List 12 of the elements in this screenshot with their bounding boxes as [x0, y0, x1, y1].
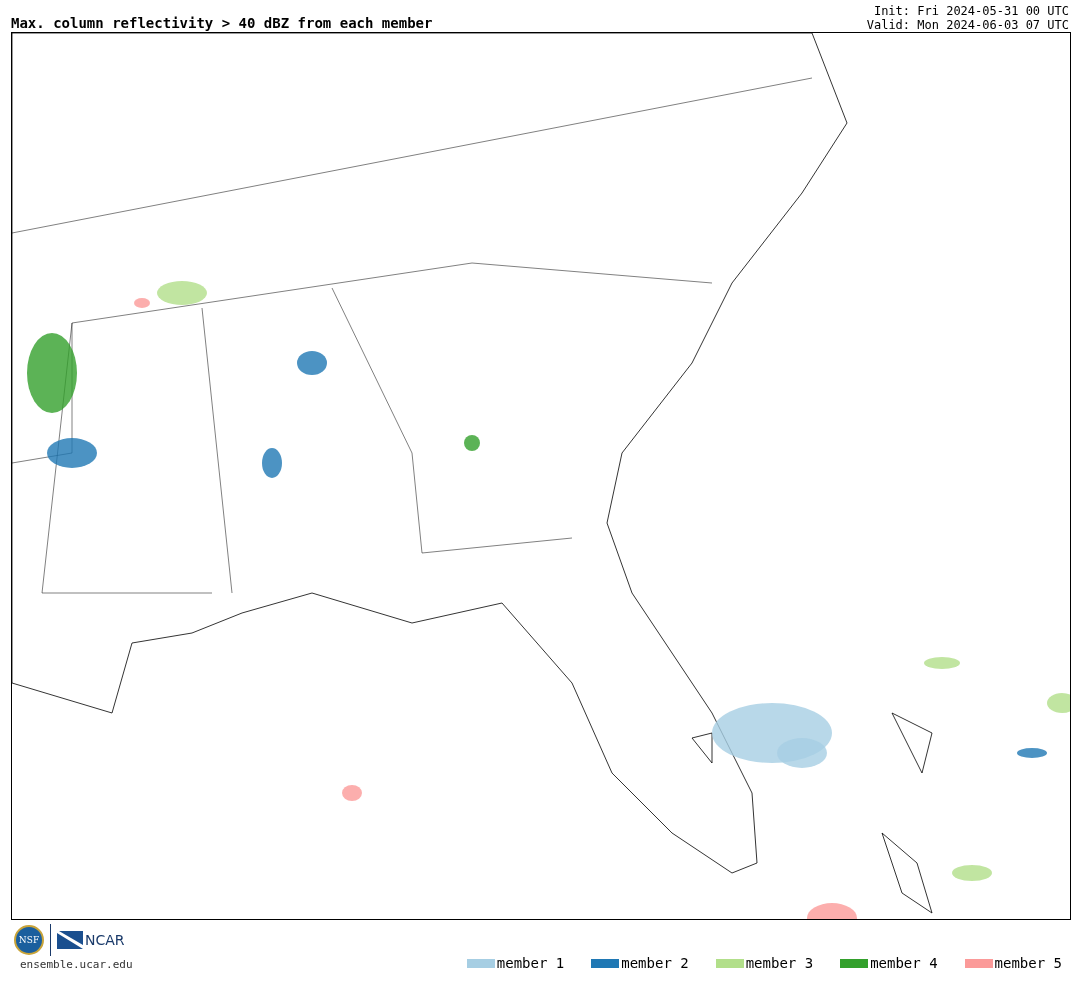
legend-label: member 2 [621, 955, 689, 971]
legend-label: member 5 [994, 955, 1062, 971]
init-time: Init: Fri 2024-05-31 00 UTC [873, 4, 1069, 18]
valid-time: Valid: Mon 2024-06-03 07 UTC [866, 18, 1069, 32]
legend-label: member 4 [870, 955, 938, 971]
legend-label: member 1 [496, 955, 565, 971]
wedge-logo-icon [57, 931, 83, 949]
ncar-logo-text: NCAR [85, 932, 125, 948]
site-url: ensemble.ucar.edu [20, 958, 133, 971]
legend-label: member 3 [745, 955, 814, 971]
nsf-logo: NSF [14, 925, 44, 955]
chart-title: Max. column reflectivity > 40 dBZ from each member [11, 14, 433, 32]
